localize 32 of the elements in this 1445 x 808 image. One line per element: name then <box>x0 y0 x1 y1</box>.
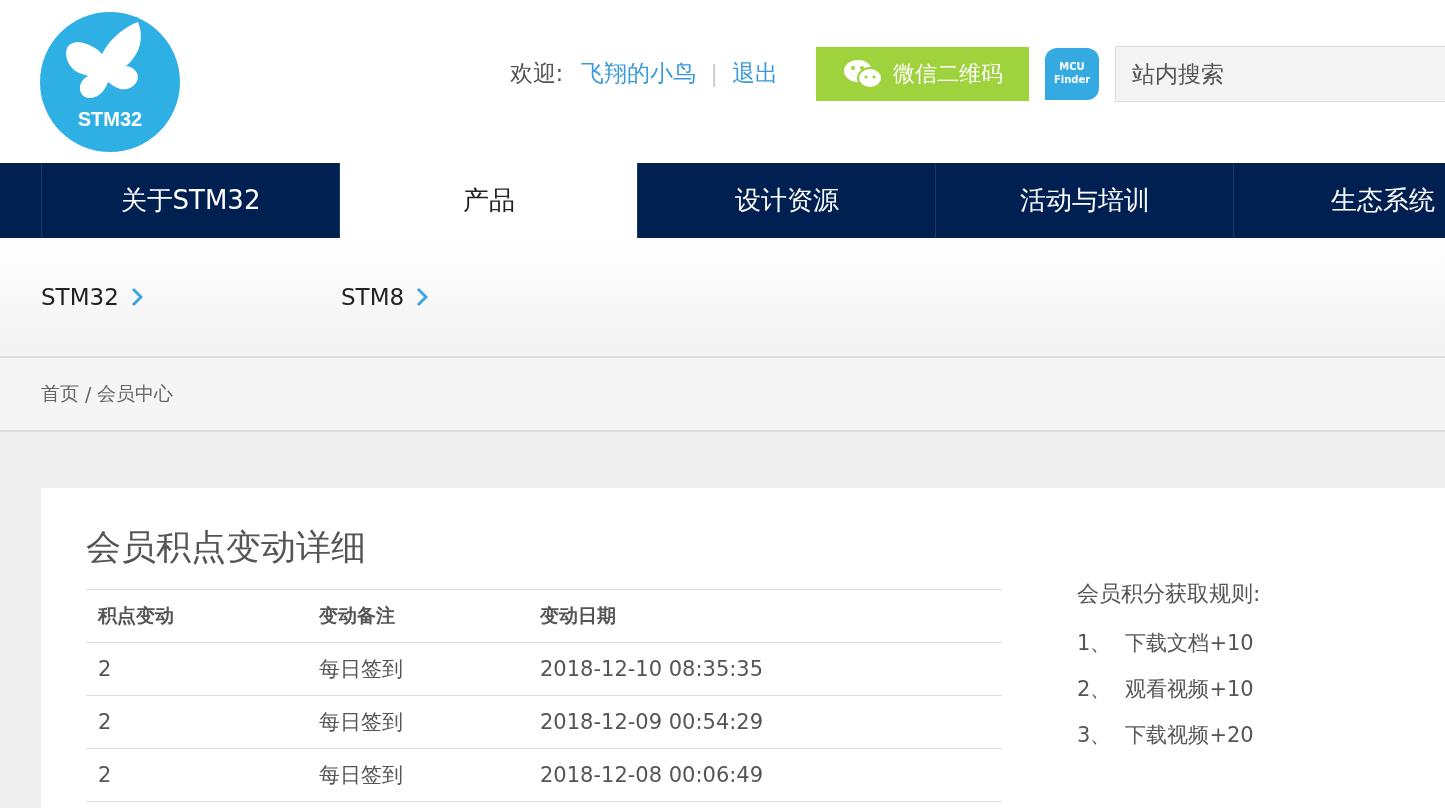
breadcrumb-separator: / <box>85 383 92 405</box>
search-field[interactable]: 站内搜索 <box>1115 45 1445 102</box>
rule-number: 3、 <box>1077 722 1112 749</box>
rules-title: 会员积分获取规则: <box>1077 580 1261 608</box>
chevron-right-icon <box>130 287 143 307</box>
separator: | <box>710 60 718 87</box>
subnav-link[interactable]: STM8 <box>341 284 641 310</box>
breadcrumb-home-link[interactable]: 首页 <box>41 381 79 407</box>
column-header: 变动备注 <box>319 603 396 628</box>
table-cell-text: 2 <box>98 710 113 734</box>
page-title: 会员积点变动详细 <box>86 526 367 569</box>
nav-tab[interactable]: 产品 <box>339 163 637 238</box>
breadcrumb-current: 会员中心 <box>97 381 174 406</box>
column-header: 积点变动 <box>98 603 175 628</box>
rule-text: 下载视频+20 <box>1125 722 1254 749</box>
chevron-right-icon <box>416 287 429 307</box>
chat-bubbles-icon <box>842 57 883 90</box>
table-cell-text: 2018-12-08 00:06:49 <box>540 763 765 787</box>
rule-number: 1、 <box>1077 630 1112 657</box>
rule-number: 2、 <box>1077 676 1112 703</box>
table-cell-text: 2018-12-09 00:54:29 <box>540 710 765 734</box>
table-cell-text: 2 <box>98 657 113 681</box>
table-cell-text: 2018-12-10 08:35:35 <box>540 657 765 681</box>
table-cell-text: 每日签到 <box>319 762 404 789</box>
table-cell-text: 2 <box>98 763 113 787</box>
rule-text: 观看视频+10 <box>1125 676 1254 703</box>
table-cell-text: 每日签到 <box>319 656 404 683</box>
subnav-link[interactable]: STM32 <box>41 284 341 310</box>
welcome-label: 欢迎: <box>509 59 564 88</box>
table-cell-text: 每日签到 <box>319 709 404 736</box>
column-header: 变动日期 <box>540 603 617 628</box>
rule-text: 下载文档+10 <box>1125 630 1254 657</box>
